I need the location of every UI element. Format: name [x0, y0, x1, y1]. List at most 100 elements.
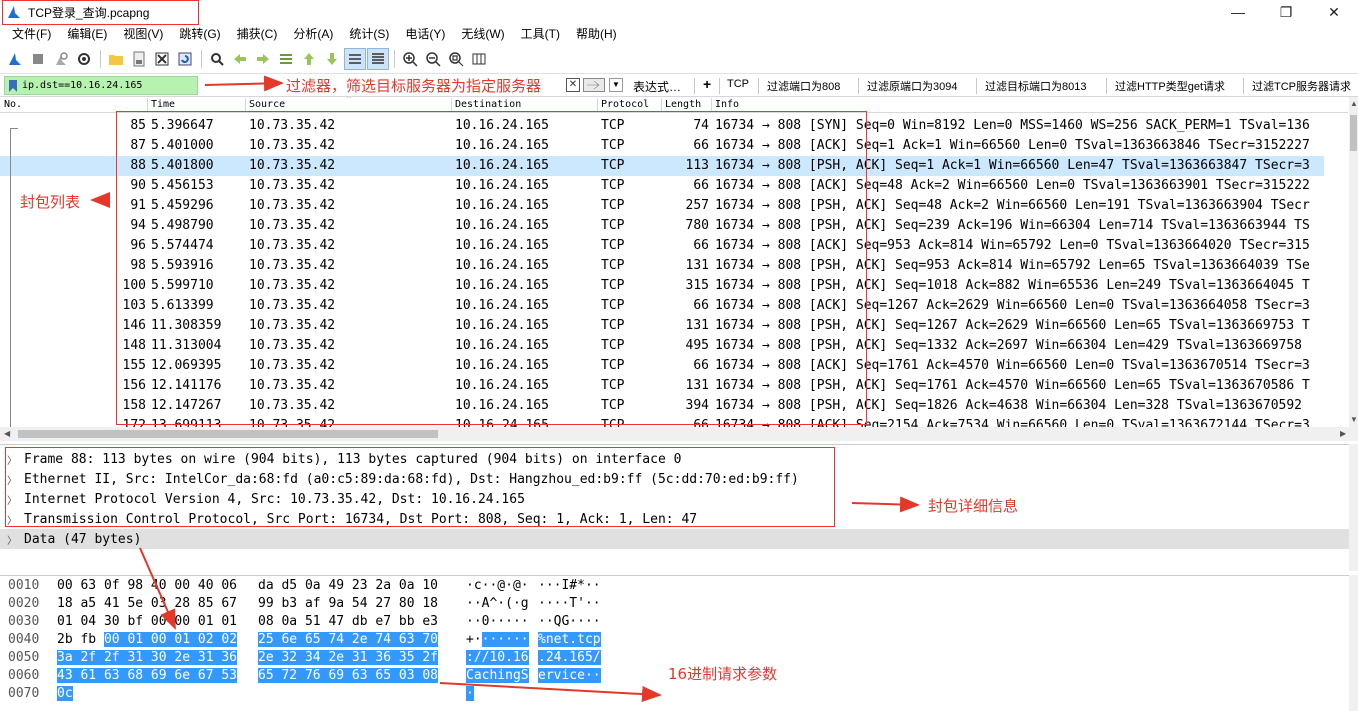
packet-row[interactable]: 94 5.498790 10.73.35.42 10.16.24.165 TCP 780 1… [0, 216, 1324, 236]
hex-bytes-cell: 43 61 63 68 69 6e 67 53 [57, 668, 238, 683]
zoom-normal-button[interactable] [445, 48, 467, 70]
restart-capture-button[interactable] [50, 48, 72, 70]
filter-button-http-get[interactable]: 过滤HTTP类型get请求 [1115, 78, 1225, 94]
column-header-time[interactable]: Time [151, 99, 175, 110]
column-header-length[interactable]: Length [665, 99, 701, 110]
filter-history-dropdown[interactable]: ▼ [609, 78, 623, 92]
start-capture-button[interactable] [4, 48, 26, 70]
expand-chevron-icon[interactable]: 〉 [7, 472, 17, 487]
menu-capture[interactable]: 捕获(C) [229, 24, 286, 45]
zoom-out-button[interactable] [422, 48, 444, 70]
filter-button-dst-port-8013[interactable]: 过滤目标端口为8013 [985, 78, 1086, 94]
scrollbar-thumb[interactable] [18, 430, 438, 438]
menu-go[interactable]: 跳转(G) [171, 24, 228, 45]
packet-row[interactable]: 156 12.141176 10.73.35.42 10.16.24.165 TCP 13… [0, 376, 1324, 396]
scroll-up-icon[interactable]: ▲ [1350, 99, 1358, 108]
menu-edit[interactable]: 编辑(E) [59, 24, 115, 45]
menu-statistics[interactable]: 统计(S) [341, 24, 397, 45]
expression-button[interactable]: 表达式… [633, 78, 681, 95]
packet-row[interactable]: 88 5.401800 10.73.35.42 10.16.24.165 TCP 113 1… [0, 156, 1324, 176]
bytes-scrollbar[interactable] [1349, 575, 1358, 711]
expand-chevron-icon[interactable]: 〉 [7, 492, 17, 507]
scroll-down-icon[interactable]: ▼ [1350, 415, 1358, 424]
column-header-source[interactable]: Source [249, 99, 285, 110]
menu-view[interactable]: 视图(V) [115, 24, 171, 45]
filter-button-src-port-3094[interactable]: 过滤原端口为3094 [867, 78, 957, 94]
stop-capture-button[interactable] [27, 48, 49, 70]
detail-row-tcp[interactable]: 〉 Transmission Control Protocol, Src Port… [0, 509, 1358, 529]
packet-row[interactable]: 100 5.599710 10.73.35.42 10.16.24.165 TCP 315… [0, 276, 1324, 296]
maximize-button[interactable]: ❐ [1262, 0, 1310, 24]
menu-analyze[interactable]: 分析(A) [285, 24, 341, 45]
hex-row[interactable]: 0040 2b fb 00 01 00 01 02 02 25 6e 65 74 2… [0, 632, 1348, 650]
packet-row[interactable]: 158 12.147267 10.73.35.42 10.16.24.165 TCP 39… [0, 396, 1324, 416]
packet-row[interactable]: 172 13.699113 10.73.35.42 10.16.24.165 TCP 66… [0, 416, 1324, 427]
capture-options-button[interactable] [73, 48, 95, 70]
autoscroll-button[interactable] [344, 48, 366, 70]
detail-row-ethernet[interactable]: 〉 Ethernet II, Src: IntelCor_da:68:fd (a0… [0, 469, 1358, 489]
column-header-no[interactable]: No. [4, 99, 22, 110]
menu-file[interactable]: 文件(F) [4, 24, 59, 45]
hex-row[interactable]: 0070 0c · [0, 686, 1348, 704]
resize-columns-button[interactable] [468, 48, 490, 70]
packet-row[interactable]: 85 5.396647 10.73.35.42 10.16.24.165 TCP 74 16… [0, 116, 1324, 136]
packet-list-vertical-scrollbar[interactable]: ▲ ▼ [1349, 97, 1358, 427]
minimize-button[interactable]: — [1214, 0, 1262, 24]
details-scrollbar[interactable] [1349, 444, 1358, 571]
packet-list-horizontal-scrollbar[interactable]: ◀ ▶ [0, 427, 1358, 441]
scroll-left-icon[interactable]: ◀ [4, 429, 10, 438]
packet-row[interactable]: 103 5.613399 10.73.35.42 10.16.24.165 TCP 66 1… [0, 296, 1324, 316]
hex-row[interactable]: 0010 00 63 0f 98 40 00 40 06 da d5 0a 49 2… [0, 578, 1348, 596]
colorize-button[interactable] [367, 48, 389, 70]
scroll-right-icon[interactable]: ▶ [1340, 429, 1346, 438]
scrollbar-thumb[interactable] [1350, 115, 1357, 151]
hex-row[interactable]: 0020 18 a5 41 5e 03 28 85 67 99 b3 af 9a 5… [0, 596, 1348, 614]
expand-chevron-icon[interactable]: 〉 [7, 532, 17, 547]
packet-row[interactable]: 91 5.459296 10.73.35.42 10.16.24.165 TCP 257 1… [0, 196, 1324, 216]
open-file-button[interactable] [105, 48, 127, 70]
column-header-info[interactable]: Info [715, 99, 739, 110]
arrow-up-icon [304, 53, 314, 65]
reload-file-button[interactable] [174, 48, 196, 70]
go-back-button[interactable] [229, 48, 251, 70]
packet-row[interactable]: 146 11.308359 10.73.35.42 10.16.24.165 TCP 13… [0, 316, 1324, 336]
expand-chevron-icon[interactable]: 〉 [7, 512, 17, 527]
detail-row-frame[interactable]: 〉 Frame 88: 113 bytes on wire (904 bits),… [0, 449, 1358, 469]
filter-button-port-808[interactable]: 过滤端口为808 [767, 78, 840, 94]
packet-row[interactable]: 148 11.313004 10.73.35.42 10.16.24.165 TCP 49… [0, 336, 1324, 356]
column-header-destination[interactable]: Destination [455, 99, 521, 110]
detail-row-ip[interactable]: 〉 Internet Protocol Version 4, Src: 10.73… [0, 489, 1358, 509]
menu-telephony[interactable]: 电话(Y) [397, 24, 453, 45]
add-filter-button[interactable]: + [703, 76, 711, 92]
zoom-in-button[interactable] [399, 48, 421, 70]
filter-button-tcp-server[interactable]: 过滤TCP服务器请求 [1252, 78, 1351, 94]
last-packet-button[interactable] [321, 48, 343, 70]
packet-no: 158 [122, 398, 146, 413]
packet-row[interactable]: 96 5.574474 10.73.35.42 10.16.24.165 TCP 66 16… [0, 236, 1324, 256]
expand-chevron-icon[interactable]: 〉 [7, 452, 17, 467]
packet-info: 16734 → 808 [SYN] Seq=0 Win=8192 Len=0 M… [715, 118, 1310, 133]
menu-wireless[interactable]: 无线(W) [453, 24, 512, 45]
save-file-button[interactable] [128, 48, 150, 70]
apply-filter-button[interactable] [583, 78, 605, 92]
close-file-button[interactable] [151, 48, 173, 70]
bookmark-icon[interactable] [8, 79, 18, 92]
close-button[interactable]: ✕ [1310, 0, 1358, 24]
packet-source: 10.73.35.42 [249, 118, 336, 133]
display-filter-input[interactable] [22, 80, 192, 91]
packet-row[interactable]: 87 5.401000 10.73.35.42 10.16.24.165 TCP 66 16… [0, 136, 1324, 156]
go-to-packet-button[interactable] [275, 48, 297, 70]
packet-row[interactable]: 155 12.069395 10.73.35.42 10.16.24.165 TCP 66… [0, 356, 1324, 376]
hex-row[interactable]: 0030 01 04 30 bf 00 00 01 01 08 0a 51 47 d… [0, 614, 1348, 632]
go-forward-button[interactable] [252, 48, 274, 70]
clear-filter-button[interactable]: ✕ [566, 78, 580, 92]
first-packet-button[interactable] [298, 48, 320, 70]
find-packet-button[interactable] [206, 48, 228, 70]
column-header-protocol[interactable]: Protocol [601, 99, 649, 110]
detail-row-data[interactable]: 〉 Data (47 bytes) [0, 529, 1358, 549]
packet-row[interactable]: 98 5.593916 10.73.35.42 10.16.24.165 TCP 131 1… [0, 256, 1324, 276]
menu-tools[interactable]: 工具(T) [513, 24, 568, 45]
menu-help[interactable]: 帮助(H) [568, 24, 625, 45]
packet-row[interactable]: 90 5.456153 10.73.35.42 10.16.24.165 TCP 66 16… [0, 176, 1324, 196]
filter-button-tcp[interactable]: TCP [727, 78, 749, 90]
